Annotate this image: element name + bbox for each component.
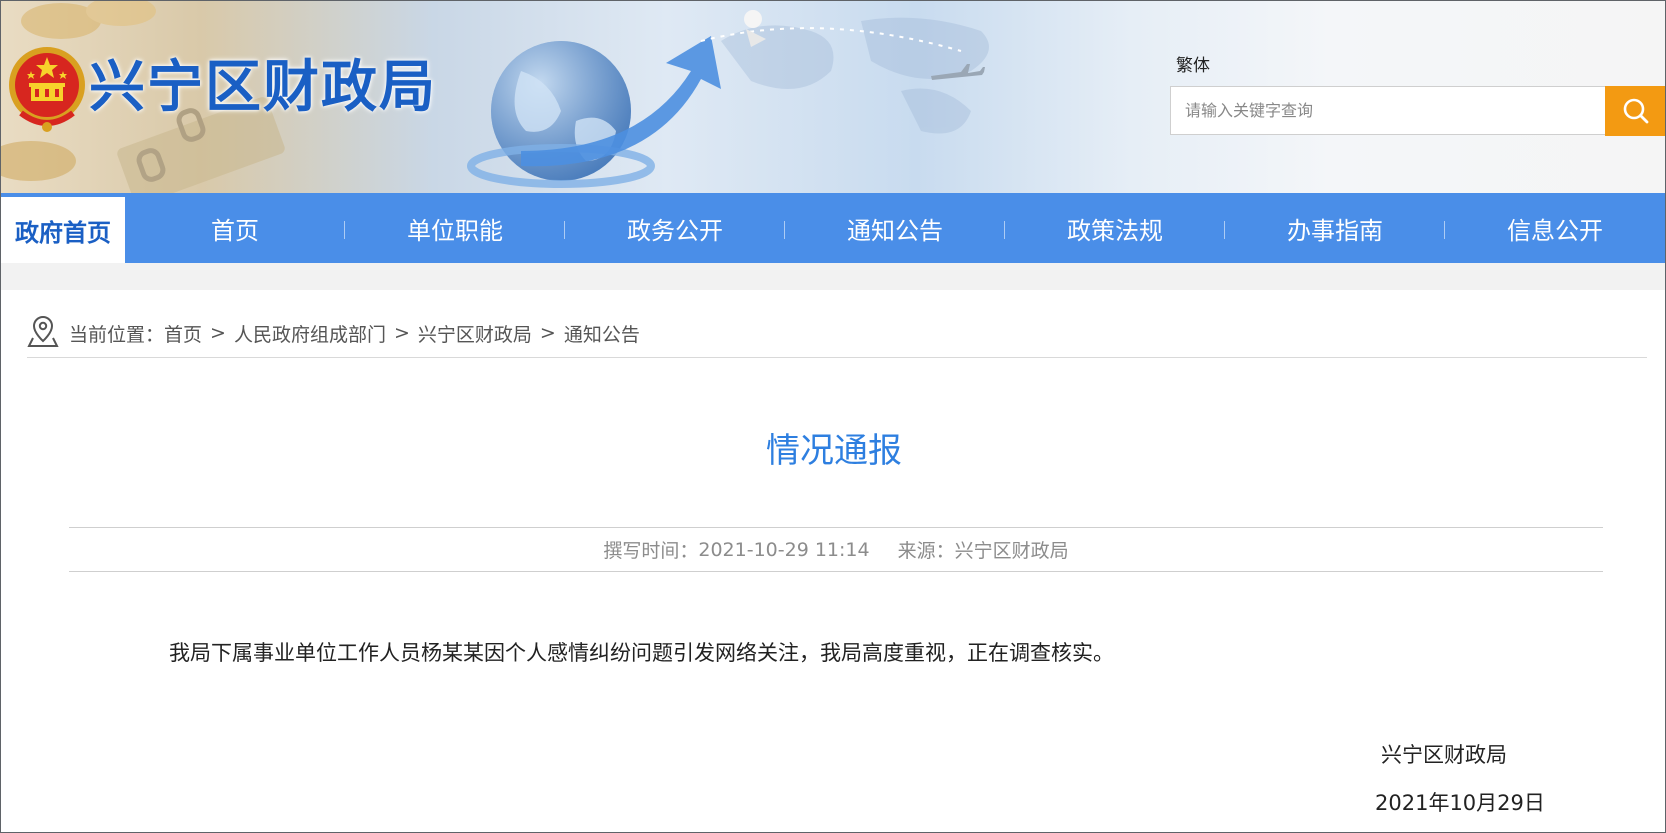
nav-item-guide[interactable]: 办事指南 xyxy=(1225,193,1445,263)
breadcrumb-separator: > xyxy=(539,322,556,344)
nav-item-gov-affairs[interactable]: 政务公开 xyxy=(565,193,785,263)
signature-organization: 兴宁区财政局 xyxy=(1381,743,1507,767)
search-input[interactable] xyxy=(1171,87,1605,134)
search-icon xyxy=(1623,98,1649,124)
main-nav: 政府首页 首页 单位职能 政务公开 通知公告 政策法规 办事指南 信息公开 xyxy=(1,193,1665,263)
article-meta: 撰写时间： 2021-10-29 11:14 来源： 兴宁区财政局 xyxy=(69,527,1603,572)
header-banner: 兴宁区财政局 繁体 xyxy=(1,1,1665,193)
breadcrumb-gov-departments[interactable]: 人民政府组成部门 xyxy=(234,320,386,347)
nav-shadow-band xyxy=(1,263,1665,290)
nav-item-functions[interactable]: 单位职能 xyxy=(345,193,565,263)
nav-item-policies[interactable]: 政策法规 xyxy=(1005,193,1225,263)
nav-item-info-disclosure[interactable]: 信息公开 xyxy=(1445,193,1665,263)
nav-gov-home[interactable]: 政府首页 xyxy=(1,197,125,263)
breadcrumb-notices[interactable]: 通知公告 xyxy=(564,320,640,347)
page: 兴宁区财政局 繁体 政府首页 首页 单位职能 政务公开 通知公告 政策法规 办事… xyxy=(0,0,1666,833)
breadcrumb-prefix: 当前位置： xyxy=(69,323,165,346)
nav-item-notices[interactable]: 通知公告 xyxy=(785,193,1005,263)
site-title: 兴宁区财政局 xyxy=(89,55,437,120)
signature-date: 2021年10月29日 xyxy=(1375,791,1545,815)
breadcrumb-separator: > xyxy=(393,322,410,344)
location-pin-icon xyxy=(27,315,59,347)
breadcrumb-home[interactable]: 首页 xyxy=(164,320,202,347)
source-label: 来源： xyxy=(897,540,955,562)
breadcrumb-separator: > xyxy=(210,322,226,344)
article-body: 我局下属事业单位工作人员杨某某因个人感情纠纷问题引发网络关注，我局高度重视，正在… xyxy=(169,641,1114,665)
national-emblem-icon xyxy=(9,47,85,132)
source-value: 兴宁区财政局 xyxy=(954,540,1069,562)
breadcrumb-finance-bureau[interactable]: 兴宁区财政局 xyxy=(418,320,532,347)
write-time-value: 2021-10-29 11:14 xyxy=(698,538,870,561)
article-title: 情况通报 xyxy=(766,431,902,471)
traditional-chinese-link[interactable]: 繁体 xyxy=(1176,51,1210,76)
search-button[interactable] xyxy=(1605,86,1665,136)
search-box xyxy=(1170,86,1606,135)
write-time-label: 撰写时间： xyxy=(603,540,699,562)
breadcrumb: 当前位置： 首页 > 人民政府组成部门 > 兴宁区财政局 > 通知公告 xyxy=(27,309,1647,358)
nav-item-home[interactable]: 首页 xyxy=(125,193,345,263)
